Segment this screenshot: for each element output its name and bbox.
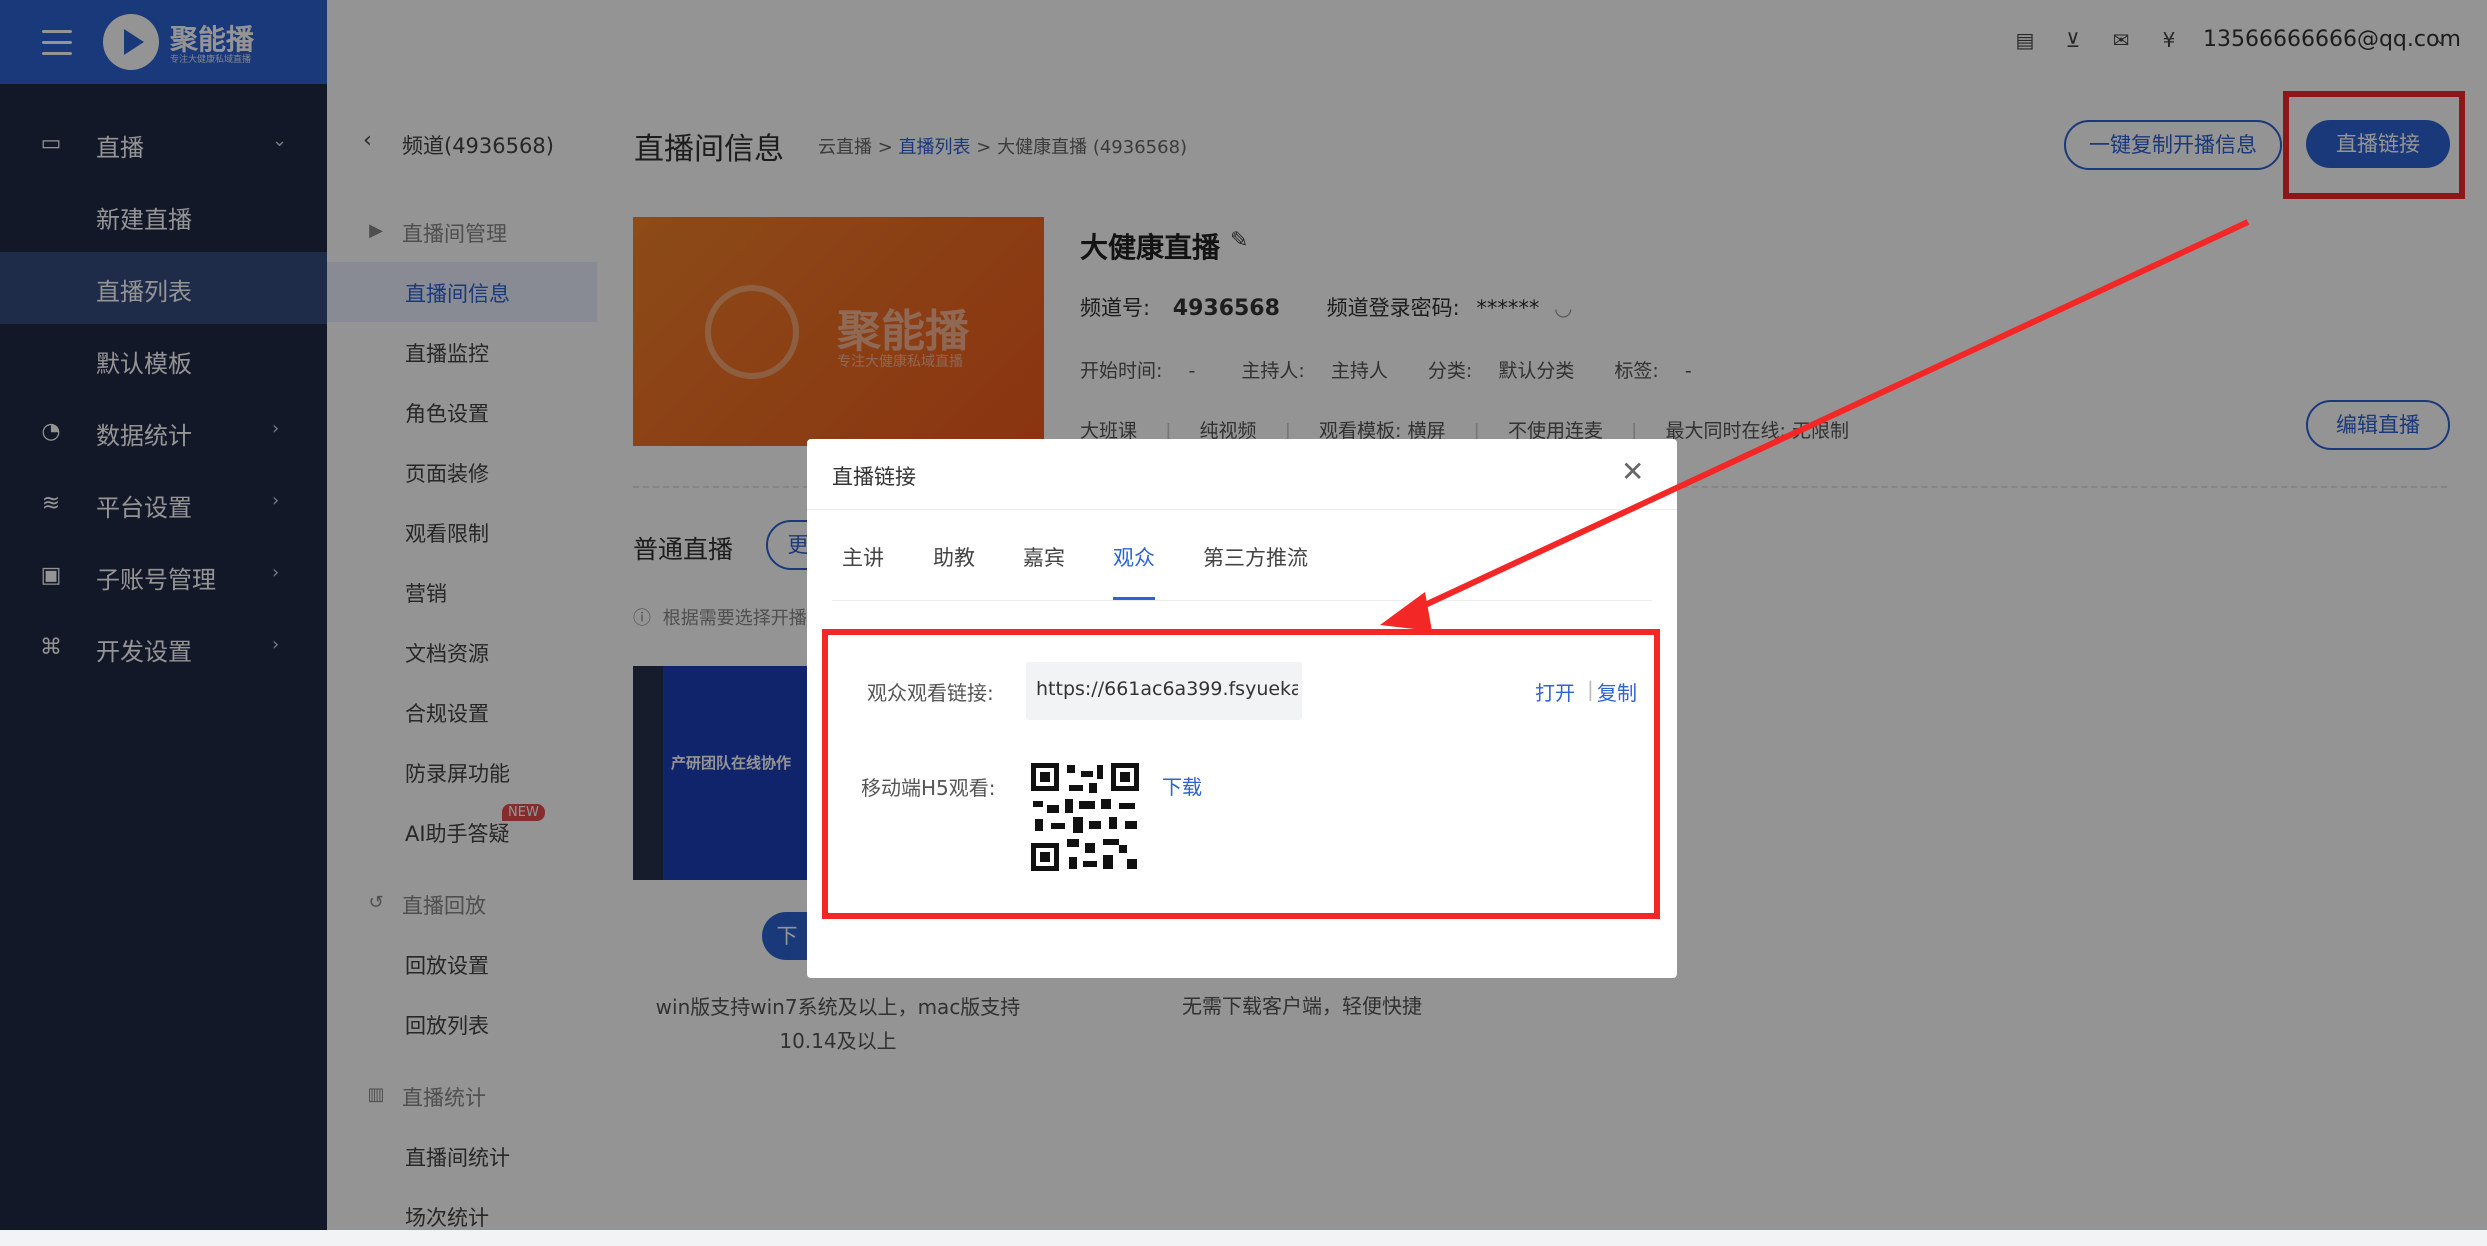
arrow-head-icon xyxy=(1380,592,1432,631)
annotation-arrow xyxy=(1380,219,2250,631)
arrow-line xyxy=(1408,219,2250,615)
